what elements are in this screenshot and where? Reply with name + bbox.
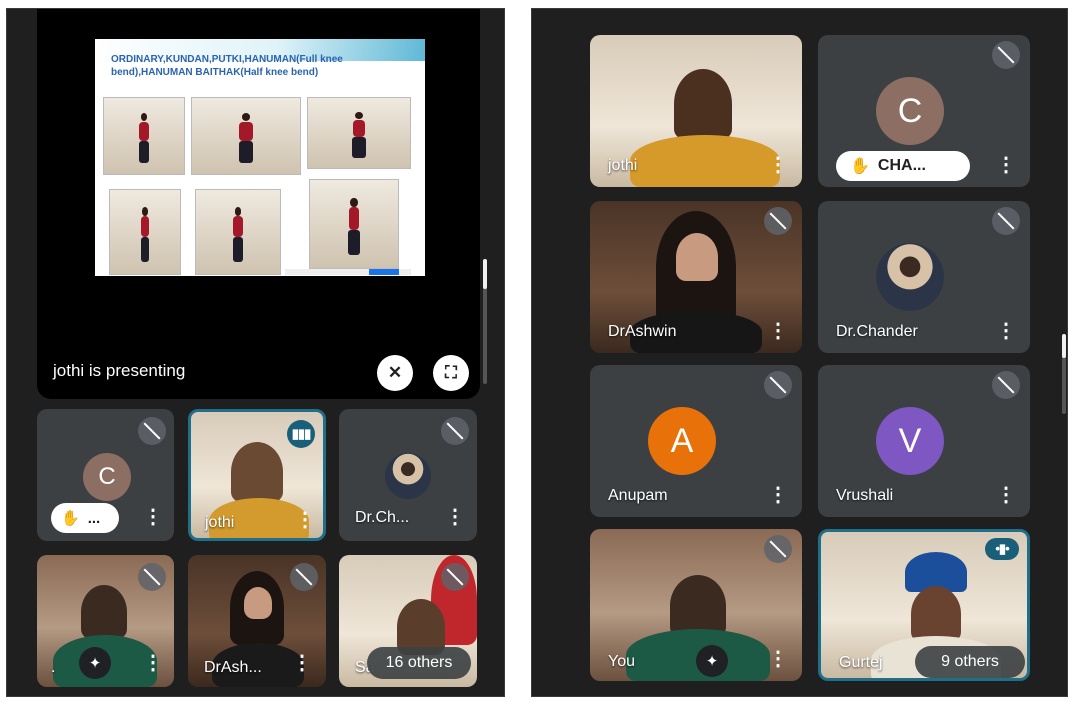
more-options-icon[interactable]: ⋮ (143, 653, 163, 673)
mic-off-icon (138, 563, 166, 591)
participant-name: . (51, 659, 56, 676)
participant-name: jothi (205, 514, 235, 531)
participant-name: DrAsh... (204, 659, 262, 676)
mic-off-icon (992, 207, 1020, 235)
raised-hand-badge: ✋... (51, 503, 119, 533)
participant-video (244, 587, 272, 619)
unpin-icon: ✕ (387, 363, 403, 382)
participant-name: You (608, 653, 635, 670)
slide-title: ORDINARY,KUNDAN,PUTKI,HANUMAN(Full knee … (111, 54, 343, 78)
presentation-slide: ORDINARY,KUNDAN,PUTKI,HANUMAN(Full knee … (95, 39, 425, 276)
participant-video (81, 585, 127, 639)
participant-tile[interactable]: ▮▮▮ jothi ⋮ (188, 409, 326, 541)
participant-tile[interactable]: •▮• Gurtej 9 others (818, 529, 1030, 681)
pose-photo (307, 97, 411, 169)
more-options-icon[interactable]: ⋮ (768, 649, 788, 669)
meet-window-right: jothi ⋮ C ✋ CHA... ⋮ DrAshwin ⋮ Dr.Chande… (531, 8, 1068, 697)
more-options-icon[interactable]: ⋮ (996, 155, 1016, 175)
participant-name: Dr.Chander (836, 323, 918, 340)
mic-off-icon (764, 207, 792, 235)
more-options-icon[interactable]: ⋮ (292, 653, 312, 673)
participant-video (630, 135, 780, 187)
slide-share-bar (285, 269, 411, 275)
participant-name: Gurtej (839, 654, 883, 671)
mic-off-icon (290, 563, 318, 591)
presentation-stage: ORDINARY,KUNDAN,PUTKI,HANUMAN(Full knee … (37, 9, 480, 399)
fullscreen-icon: ⛶ (445, 363, 457, 382)
participant-tile[interactable]: DrAshwin ⋮ (590, 201, 802, 353)
participant-avatar (876, 243, 944, 311)
scrollbar[interactable] (1062, 334, 1066, 414)
pose-photo (195, 189, 281, 275)
participant-tile[interactable]: DrAsh... ⋮ (188, 555, 326, 687)
more-options-icon[interactable]: ⋮ (445, 507, 465, 527)
scrollbar[interactable] (483, 259, 487, 384)
sparkle-icon: ✦ (705, 653, 719, 670)
speaking-indicator-icon: ▮▮▮ (287, 420, 315, 448)
mic-off-icon (992, 371, 1020, 399)
participant-tile[interactable]: You ✦ ⋮ (590, 529, 802, 681)
participant-name: Vrushali (836, 487, 894, 504)
participant-tile[interactable]: Sa 16 others (339, 555, 477, 687)
mic-off-icon (764, 535, 792, 563)
participant-tile[interactable]: Dr.Chander ⋮ (818, 201, 1030, 353)
mic-off-icon (441, 417, 469, 445)
others-button[interactable]: 9 others (915, 646, 1025, 678)
pose-photo (191, 97, 301, 175)
presenting-label: jothi is presenting (53, 361, 186, 380)
participant-avatar: C (876, 77, 944, 145)
more-options-icon[interactable]: ⋮ (768, 485, 788, 505)
participant-video (670, 575, 726, 637)
mic-off-icon (441, 563, 469, 591)
mic-off-icon (992, 41, 1020, 69)
hand-label: CHA... (877, 157, 926, 174)
participant-tile[interactable]: A Anupam ⋮ (590, 365, 802, 517)
participant-tile[interactable]: V Vrushali ⋮ (818, 365, 1030, 517)
unpin-button[interactable]: ✕ (377, 355, 413, 391)
participant-video (676, 233, 718, 281)
pose-photo (309, 179, 399, 269)
more-options-icon[interactable]: ⋮ (143, 507, 163, 527)
participant-name: Dr.Ch... (355, 509, 410, 526)
participant-tile[interactable]: jothi ⋮ (590, 35, 802, 187)
more-options-icon[interactable]: ⋮ (295, 510, 315, 530)
participant-avatar: A (648, 407, 716, 475)
participant-avatar: C (83, 453, 131, 501)
raised-hand-badge: ✋ CHA... (836, 151, 970, 181)
participant-tile[interactable]: Dr.Ch... ⋮ (339, 409, 477, 541)
more-options-icon[interactable]: ⋮ (768, 321, 788, 341)
mic-off-icon (138, 417, 166, 445)
more-options-icon[interactable]: ⋮ (996, 485, 1016, 505)
hand-label: ... (87, 509, 101, 527)
pose-photo (109, 189, 181, 275)
pose-photo (103, 97, 185, 175)
effects-button[interactable]: ✦ (696, 645, 728, 677)
participant-video (911, 586, 961, 642)
participant-tile[interactable]: C ✋ CHA... ⋮ (818, 35, 1030, 187)
sparkle-icon: ✦ (88, 655, 102, 672)
participant-avatar (385, 453, 431, 499)
fullscreen-button[interactable]: ⛶ (433, 355, 469, 391)
more-options-icon[interactable]: ⋮ (768, 155, 788, 175)
participant-name: DrAshwin (608, 323, 677, 340)
more-options-icon[interactable]: ⋮ (996, 321, 1016, 341)
mic-off-icon (764, 371, 792, 399)
hand-icon: ✋ (61, 510, 80, 527)
speaking-indicator-icon: •▮• (985, 538, 1019, 560)
participant-tile[interactable]: C ✋... ⋮ (37, 409, 174, 541)
participant-tile[interactable]: . ✦ ⋮ (37, 555, 174, 687)
participant-video (674, 69, 732, 139)
participant-video (231, 442, 283, 502)
participant-name: Anupam (608, 487, 668, 504)
hand-icon: ✋ (850, 158, 870, 175)
stop-sharing-button[interactable] (369, 269, 399, 275)
others-button[interactable]: 16 others (367, 647, 471, 679)
meet-window-left: ORDINARY,KUNDAN,PUTKI,HANUMAN(Full knee … (6, 8, 505, 697)
effects-button[interactable]: ✦ (79, 647, 111, 679)
participant-name: jothi (608, 157, 638, 174)
participant-avatar: V (876, 407, 944, 475)
